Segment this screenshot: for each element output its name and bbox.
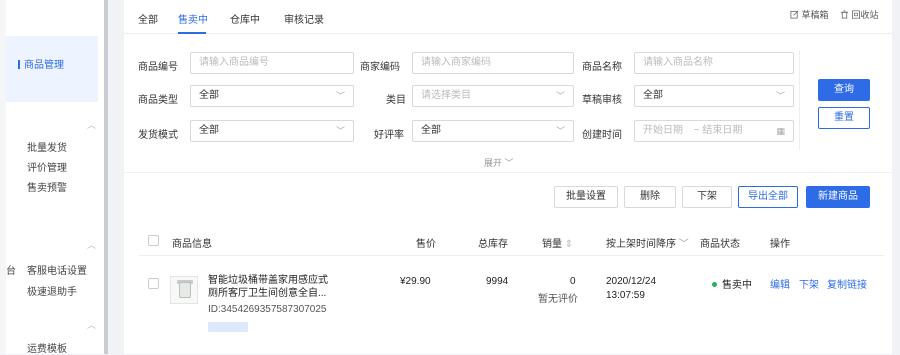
reset-button[interactable]: 重置 <box>818 107 870 129</box>
product-type-select[interactable]: 全部 ﹀ <box>190 85 354 107</box>
product-thumbnail[interactable] <box>170 276 198 304</box>
copy-link[interactable]: 复制链接 <box>827 276 867 291</box>
th-listing-time-sort[interactable]: 按上架时间降序 ﹀ <box>606 235 689 250</box>
offshelf-button[interactable]: 下架 <box>682 186 732 208</box>
product-id: ID:3454269357587307025 <box>208 304 327 315</box>
product-tag <box>208 322 248 332</box>
product-code-input[interactable]: 请输入商品编号 <box>190 52 354 74</box>
ship-mode-select[interactable]: 全部 ﹀ <box>190 120 354 142</box>
status-badge: 售卖中 <box>712 276 752 291</box>
batch-settings-button[interactable]: 批量设置 <box>554 186 618 208</box>
chevron-up-icon[interactable]: ︿ <box>87 118 96 131</box>
chevron-down-icon: ﹀ <box>775 91 785 101</box>
merchant-code-input[interactable]: 请输入商家编码 <box>412 52 574 74</box>
tab-on-sale[interactable]: 售卖中 <box>178 11 208 26</box>
sales-cell: 0 <box>570 276 576 287</box>
th-status: 商品状态 <box>700 239 740 250</box>
th-operations: 操作 <box>770 239 790 250</box>
label-rating: 好评率 <box>374 130 404 141</box>
filter-divider <box>799 50 800 150</box>
trash-bin-image <box>179 282 191 298</box>
label-ship-mode: 发货模式 <box>138 130 178 141</box>
chevron-down-icon: ﹀ <box>678 239 689 250</box>
expand-toggle[interactable]: 展开 ﹀ <box>484 156 514 169</box>
query-button[interactable]: 查询 <box>818 79 870 101</box>
tab-warehouse[interactable]: 仓库中 <box>230 11 260 26</box>
active-tab-underline <box>178 32 206 34</box>
sidebar-item-sales-alert[interactable]: 售卖预警 <box>27 179 67 194</box>
product-name-input[interactable]: 请输入商品名称 <box>634 52 794 74</box>
rating-select[interactable]: 全部 ﹀ <box>412 120 574 142</box>
new-product-button[interactable]: 新建商品 <box>806 186 870 208</box>
sidebar-item-service-phone[interactable]: 客服电话设置 <box>27 262 87 277</box>
status-dot <box>712 282 717 287</box>
row-checkbox[interactable] <box>148 278 159 289</box>
rating-note: 暂无评价 <box>538 294 578 305</box>
listing-date: 2020/12/24 <box>606 276 657 287</box>
product-name[interactable]: 智能垃圾桶带盖家用感应式 厕所客厅卫生间创意全自... <box>208 274 336 300</box>
label-merchant-code: 商家编码 <box>360 62 400 73</box>
recycle-bin-link[interactable]: 回收站 <box>840 8 879 21</box>
label-created-time: 创建时间 <box>582 130 622 141</box>
label-draft-review: 草稿审核 <box>582 95 622 106</box>
date-range-picker[interactable]: 开始日期 ~ 结束日期 ▦ <box>634 120 794 142</box>
label-product-type: 商品类型 <box>138 95 178 106</box>
chevron-down-icon: ﹀ <box>555 126 565 136</box>
label-product-name: 商品名称 <box>582 62 622 73</box>
edit-link[interactable]: 编辑 <box>770 276 790 291</box>
label-category: 类目 <box>386 95 406 106</box>
chevron-down-icon: ﹀ <box>504 158 514 168</box>
th-price: 售价 <box>416 239 436 250</box>
select-all-checkbox[interactable] <box>148 235 159 246</box>
sidebar-item-batch-ship[interactable]: 批量发货 <box>27 139 67 154</box>
price-cell: ¥29.90 <box>400 276 431 287</box>
tab-bar: 全部 售卖中 仓库中 审核记录 草稿箱 回收站 <box>124 0 892 34</box>
draft-review-select[interactable]: 全部 ﹀ <box>634 85 794 107</box>
listing-time: 13:07:59 <box>606 290 645 301</box>
sidebar-item-fast-refund[interactable]: 极速退助手 <box>27 283 77 298</box>
chevron-up-icon[interactable]: ︿ <box>87 318 96 331</box>
chevron-down-icon: ﹀ <box>335 126 345 136</box>
sidebar-item-reviews[interactable]: 评价管理 <box>27 159 67 174</box>
th-stock: 总库存 <box>478 239 508 250</box>
trash-icon <box>840 10 849 19</box>
chevron-down-icon: ﹀ <box>555 91 565 101</box>
label-product-code: 商品编号 <box>138 62 178 73</box>
category-select[interactable]: 请选择类目 ﹀ <box>412 85 574 107</box>
chevron-up-icon[interactable]: ︿ <box>87 238 96 251</box>
sidebar-item-product-management[interactable]: 商品管理 <box>18 56 64 71</box>
active-indicator <box>18 60 20 69</box>
calendar-icon: ▦ <box>776 126 785 136</box>
drafts-link[interactable]: 草稿箱 <box>790 8 829 21</box>
offshelf-link[interactable]: 下架 <box>799 276 819 291</box>
tab-audit-records[interactable]: 审核记录 <box>284 11 324 26</box>
sidebar-item-shipping-template[interactable]: 运费模板 <box>27 340 67 355</box>
th-sales[interactable]: 销量 ⇕ <box>542 235 573 250</box>
section-divider <box>124 172 892 173</box>
sidebar-item-cut-text: 台 <box>6 266 16 277</box>
stock-cell: 9994 <box>486 276 509 287</box>
sidebar: ︿ 商品管理 ︿ 批量发货 评价管理 售卖预警 ︿ 台 客服电话设置 极速退助手… <box>6 0 108 355</box>
tab-all[interactable]: 全部 <box>138 11 158 26</box>
content-card: 全部 售卖中 仓库中 审核记录 草稿箱 回收站 商品编号 请输入商品编号 商家编… <box>124 0 892 354</box>
sort-icon: ⇕ <box>564 239 574 250</box>
delete-button[interactable]: 删除 <box>624 186 676 208</box>
main-area: 全部 售卖中 仓库中 审核记录 草稿箱 回收站 商品编号 请输入商品编号 商家编… <box>108 0 900 354</box>
edit-icon <box>790 10 799 19</box>
export-all-button[interactable]: 导出全部 <box>738 186 798 208</box>
th-product-info: 商品信息 <box>172 239 212 250</box>
chevron-down-icon: ﹀ <box>335 91 345 101</box>
header-divider <box>139 255 884 256</box>
